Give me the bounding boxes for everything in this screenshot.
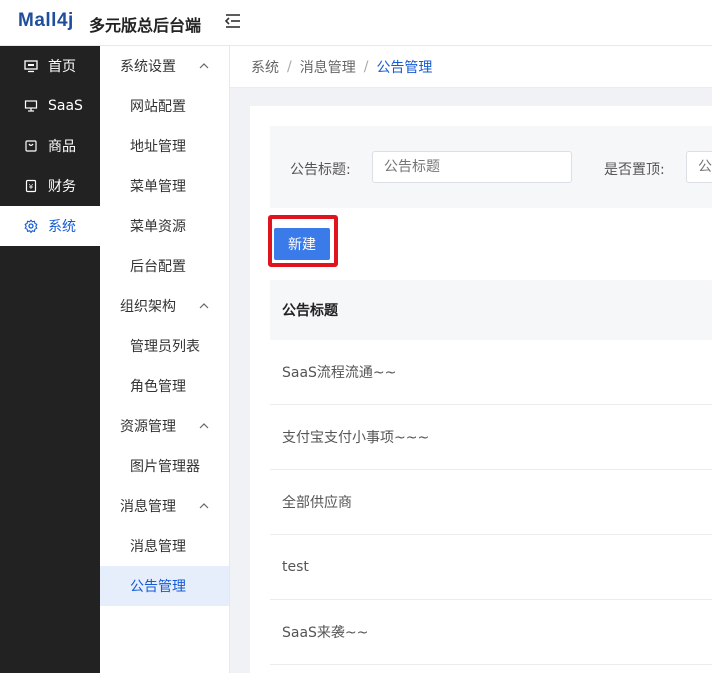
sub-menu: 系统设置 网站配置 地址管理 菜单管理 菜单资源 后台配置 组织架构 管理员列表… bbox=[100, 46, 230, 673]
main-nav: 首页 SaaS 商品 ¥ 财务 系统 bbox=[0, 46, 100, 673]
submenu-item-backend-config[interactable]: 后台配置 bbox=[100, 246, 229, 286]
submenu-group-resources[interactable]: 资源管理 bbox=[100, 406, 229, 446]
nav-item-finance[interactable]: ¥ 财务 bbox=[0, 166, 100, 206]
cell-title: test bbox=[282, 559, 309, 575]
table-row[interactable]: SaaS来袭~~ bbox=[270, 600, 712, 665]
submenu-group-label: 系统设置 bbox=[120, 59, 176, 75]
nav-item-label: 系统 bbox=[48, 219, 76, 235]
submenu-item-menu[interactable]: 菜单管理 bbox=[100, 166, 229, 206]
title-filter-input[interactable] bbox=[372, 151, 572, 183]
submenu-group-messages[interactable]: 消息管理 bbox=[100, 486, 229, 526]
submenu-group-organization[interactable]: 组织架构 bbox=[100, 286, 229, 326]
menu-collapse-icon[interactable] bbox=[224, 12, 242, 30]
submenu-group-label: 资源管理 bbox=[120, 419, 176, 435]
gear-icon bbox=[24, 219, 38, 233]
submenu-item-roles[interactable]: 角色管理 bbox=[100, 366, 229, 406]
top-filter-select[interactable] bbox=[686, 151, 712, 183]
app-title: 多元版总后台端 bbox=[89, 16, 202, 35]
title-filter-label: 公告标题: bbox=[290, 162, 351, 178]
submenu-item-admin-list[interactable]: 管理员列表 bbox=[100, 326, 229, 366]
table-row[interactable]: test bbox=[270, 535, 712, 600]
breadcrumb-separator: / bbox=[287, 58, 292, 75]
nav-item-saas[interactable]: SaaS bbox=[0, 86, 100, 126]
submenu-item-image-manager[interactable]: 图片管理器 bbox=[100, 446, 229, 486]
cell-title: SaaS流程流通~~ bbox=[282, 365, 397, 381]
new-button[interactable]: 新建 bbox=[274, 228, 330, 260]
submenu-item-announcement-manage[interactable]: 公告管理 bbox=[100, 566, 229, 606]
column-header-title: 公告标题 bbox=[282, 303, 338, 319]
bag-icon bbox=[25, 140, 37, 152]
table-row[interactable]: SaaS流程流通~~ bbox=[270, 340, 712, 405]
search-form: 公告标题: 是否置顶: bbox=[270, 126, 712, 208]
breadcrumb-current: 公告管理 bbox=[376, 59, 433, 76]
cell-title: 全部供应商 bbox=[282, 495, 352, 511]
nav-item-home[interactable]: 首页 bbox=[0, 46, 100, 86]
chevron-up-icon bbox=[199, 303, 209, 309]
chevron-up-icon bbox=[199, 503, 209, 509]
breadcrumb-separator: / bbox=[363, 58, 369, 75]
chevron-up-icon bbox=[199, 63, 209, 69]
logo: Mall4j bbox=[18, 10, 74, 31]
submenu-group-label: 组织架构 bbox=[120, 299, 176, 315]
desktop-icon bbox=[24, 100, 38, 112]
submenu-item-address[interactable]: 地址管理 bbox=[100, 126, 229, 166]
top-bar: Mall4j 多元版总后台端 bbox=[0, 0, 712, 46]
submenu-item-message-manage[interactable]: 消息管理 bbox=[100, 526, 229, 566]
svg-text:¥: ¥ bbox=[29, 183, 34, 191]
chevron-up-icon bbox=[199, 423, 209, 429]
breadcrumb-item[interactable]: 消息管理 bbox=[300, 57, 356, 77]
nav-item-label: 财务 bbox=[48, 179, 76, 195]
cell-title: 支付宝支付小事项~~~ bbox=[282, 430, 430, 446]
nav-item-system[interactable]: 系统 bbox=[0, 206, 100, 246]
nav-item-label: 商品 bbox=[48, 139, 76, 155]
breadcrumb-item[interactable]: 系统 bbox=[251, 57, 279, 77]
table-header: 公告标题 bbox=[270, 280, 712, 340]
monitor-icon bbox=[24, 60, 38, 73]
top-filter-label: 是否置顶: bbox=[604, 162, 665, 178]
nav-item-goods[interactable]: 商品 bbox=[0, 126, 100, 166]
nav-item-label: 首页 bbox=[48, 59, 76, 75]
breadcrumb: 系统 / 消息管理 / 公告管理 bbox=[230, 46, 712, 88]
wallet-icon: ¥ bbox=[25, 179, 37, 193]
submenu-item-menu-resource[interactable]: 菜单资源 bbox=[100, 206, 229, 246]
submenu-group-label: 消息管理 bbox=[120, 499, 176, 515]
nav-item-label: SaaS bbox=[48, 98, 83, 114]
table-row[interactable]: 全部供应商 bbox=[270, 470, 712, 535]
submenu-group-system-settings[interactable]: 系统设置 bbox=[100, 46, 229, 86]
submenu-item-site-config[interactable]: 网站配置 bbox=[100, 86, 229, 126]
table-row[interactable]: 支付宝支付小事项~~~ bbox=[270, 405, 712, 470]
cell-title: SaaS来袭~~ bbox=[282, 625, 369, 641]
